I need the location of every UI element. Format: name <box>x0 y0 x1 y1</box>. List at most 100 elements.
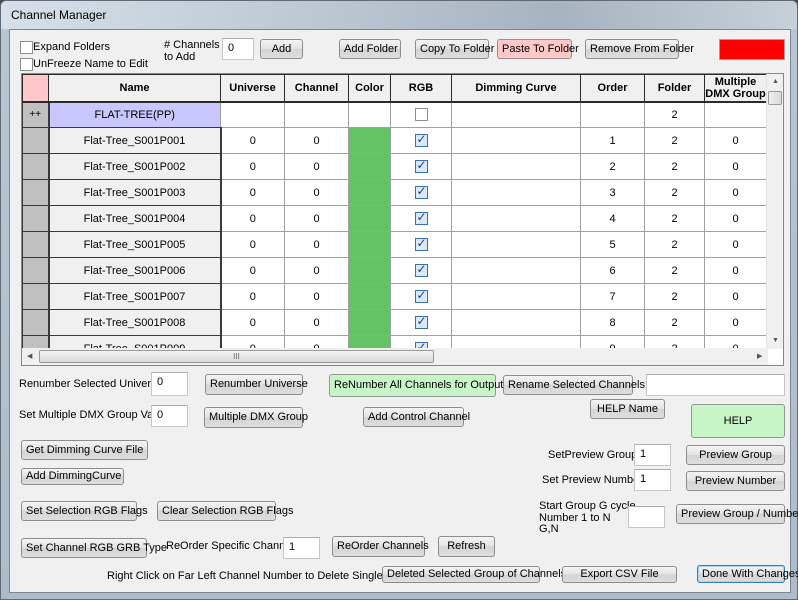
reorder-input[interactable]: 1 <box>283 537 320 559</box>
rgb-checkbox[interactable] <box>414 108 428 122</box>
channel-cell[interactable]: 0 <box>284 205 349 232</box>
cycle-input[interactable] <box>628 506 665 528</box>
name-cell[interactable]: Flat-Tree_S001P007 <box>48 283 222 310</box>
row-header[interactable] <box>22 231 50 258</box>
rgb-checkbox[interactable] <box>414 262 428 277</box>
dimming-curve-cell[interactable] <box>451 231 581 258</box>
channel-row[interactable]: Flat-Tree_S001P00400420 <box>22 205 767 232</box>
expand-folders-checkbox[interactable] <box>20 41 33 54</box>
folder-cell[interactable]: 2 <box>644 257 705 284</box>
delete-selected-group-button[interactable]: Deleted Selected Group of Channels <box>382 566 566 583</box>
channel-row[interactable]: Flat-Tree_S001P00700720 <box>22 283 767 310</box>
vertical-scrollbar[interactable]: ▲ ▼ <box>766 74 783 349</box>
preview-group-number-button[interactable]: Preview Group / Number <box>676 504 798 524</box>
channel-row[interactable]: Flat-Tree_S001P00500520 <box>22 231 767 258</box>
folder-cell[interactable]: 2 <box>644 231 705 258</box>
universe-cell[interactable]: 0 <box>220 309 285 336</box>
row-header[interactable] <box>22 283 50 310</box>
order-cell[interactable]: 6 <box>580 257 645 284</box>
add-button[interactable]: Add <box>260 39 303 59</box>
scroll-down-arrow-icon[interactable]: ▼ <box>772 337 779 344</box>
universe-cell[interactable]: 0 <box>220 231 285 258</box>
order-cell[interactable]: 8 <box>580 309 645 336</box>
dmx-group-cell[interactable]: 0 <box>704 205 767 232</box>
rgb-cell[interactable] <box>390 101 452 128</box>
name-cell[interactable]: Flat-Tree_S001P003 <box>48 179 222 206</box>
rgb-cell[interactable] <box>390 231 452 258</box>
color-cell[interactable] <box>348 127 391 154</box>
copy-to-folder-button[interactable]: Copy To Folder <box>415 39 494 59</box>
row-header[interactable] <box>22 179 50 206</box>
rgb-cell[interactable] <box>390 127 452 154</box>
column-header-universe[interactable]: Universe <box>220 74 285 103</box>
channel-cell[interactable]: 0 <box>284 179 349 206</box>
color-cell[interactable] <box>348 309 391 336</box>
done-with-changes-button[interactable]: Done With Changes <box>697 565 798 583</box>
column-header-color[interactable]: Color <box>348 74 391 103</box>
rgb-checkbox[interactable] <box>414 184 428 199</box>
preview-number-button[interactable]: Preview Number <box>686 471 785 491</box>
row-header[interactable] <box>22 309 50 336</box>
rgb-checkbox[interactable] <box>414 236 428 251</box>
row-header[interactable] <box>22 153 50 180</box>
channel-row[interactable]: Flat-Tree_S001P00800820 <box>22 309 767 336</box>
channel-cell[interactable]: 0 <box>284 283 349 310</box>
folder-cell[interactable]: 2 <box>644 153 705 180</box>
color-cell[interactable] <box>348 153 391 180</box>
reorder-channels-button[interactable]: ReOrder Channels <box>332 536 429 557</box>
dimming-curve-cell[interactable] <box>451 127 581 154</box>
column-header-multiple-dmx-group[interactable]: Multiple DMX Group <box>704 74 767 103</box>
dmx-group-cell[interactable]: 0 <box>704 309 767 336</box>
name-cell[interactable]: Flat-Tree_S001P004 <box>48 205 222 232</box>
dimming-curve-cell[interactable] <box>451 205 581 232</box>
export-csv-button[interactable]: Export CSV File <box>562 566 677 583</box>
rename-input[interactable] <box>646 374 785 396</box>
rgb-cell[interactable] <box>390 309 452 336</box>
channels-to-add-input[interactable]: 0 <box>222 38 254 60</box>
dimming-curve-cell[interactable] <box>451 257 581 284</box>
channel-row[interactable]: Flat-Tree_S001P00100120 <box>22 127 767 154</box>
column-header-channel[interactable]: Channel <box>284 74 349 103</box>
rgb-cell[interactable] <box>390 205 452 232</box>
dimming-curve-cell[interactable] <box>451 283 581 310</box>
preview-group-input[interactable]: 1 <box>634 444 671 466</box>
dimming-curve-cell[interactable] <box>451 153 581 180</box>
folder-row[interactable]: ++ FLAT-TREE(PP) 2 <box>22 101 767 128</box>
add-dimming-curve-button[interactable]: Add DimmingCurve <box>21 468 124 485</box>
order-cell[interactable] <box>580 101 645 128</box>
rgb-cell[interactable] <box>390 283 452 310</box>
column-header-rgb[interactable]: RGB <box>390 74 452 103</box>
channel-row[interactable]: Flat-Tree_S001P00200220 <box>22 153 767 180</box>
multiple-dmx-group-button[interactable]: Multiple DMX Group <box>204 407 308 428</box>
order-cell[interactable]: 2 <box>580 153 645 180</box>
universe-cell[interactable]: 0 <box>220 153 285 180</box>
channel-cell[interactable]: 0 <box>284 309 349 336</box>
add-folder-button[interactable]: Add Folder <box>339 39 401 59</box>
row-header[interactable] <box>22 127 50 154</box>
help-button[interactable]: HELP <box>691 404 785 438</box>
add-control-channel-button[interactable]: Add Control Channel <box>363 407 470 427</box>
rgb-checkbox[interactable] <box>414 210 428 225</box>
paste-to-folder-button[interactable]: Paste To Folder <box>497 39 579 59</box>
folder-cell[interactable]: 2 <box>644 205 705 232</box>
get-dimming-curve-file-button[interactable]: Get Dimming Curve File <box>21 440 148 460</box>
folder-cell[interactable]: 2 <box>644 309 705 336</box>
refresh-button[interactable]: Refresh <box>438 536 495 557</box>
order-cell[interactable]: 4 <box>580 205 645 232</box>
remove-from-folder-button[interactable]: Remove From Folder <box>585 39 694 59</box>
row-header[interactable] <box>22 205 50 232</box>
horizontal-scrollbar[interactable]: ◀ III ▶ <box>22 348 768 365</box>
universe-cell[interactable]: 0 <box>220 283 285 310</box>
color-cell[interactable] <box>348 231 391 258</box>
folder-cell[interactable]: 2 <box>644 283 705 310</box>
scroll-left-arrow-icon[interactable]: ◀ <box>27 352 32 360</box>
color-cell[interactable] <box>348 283 391 310</box>
folder-name-cell[interactable]: FLAT-TREE(PP) <box>48 101 221 128</box>
universe-cell[interactable]: 0 <box>220 257 285 284</box>
rgb-checkbox[interactable] <box>414 288 428 303</box>
channel-cell[interactable]: 0 <box>284 231 349 258</box>
dimming-curve-cell[interactable] <box>451 179 581 206</box>
rgb-checkbox[interactable] <box>414 158 428 173</box>
dmx-group-cell[interactable]: 0 <box>704 283 767 310</box>
column-header-name[interactable]: Name <box>48 74 221 103</box>
